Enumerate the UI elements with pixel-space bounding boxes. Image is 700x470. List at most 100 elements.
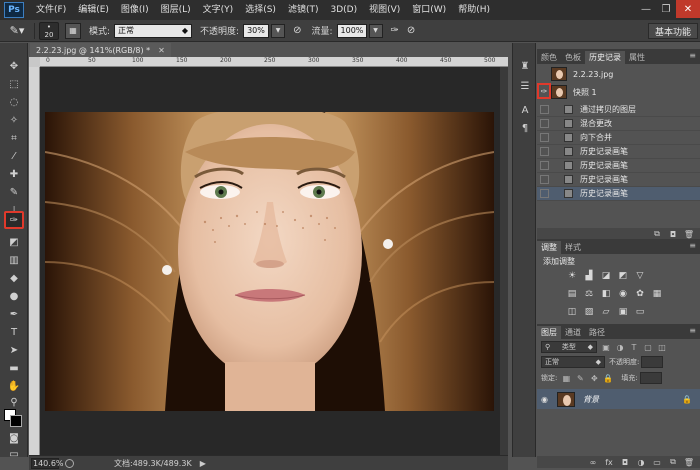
gradient-map-icon[interactable]: ▭	[633, 306, 647, 318]
history-source-checkbox[interactable]	[540, 189, 549, 198]
filter-pixel-icon[interactable]: ▣	[601, 342, 611, 352]
panel-menu-icon[interactable]: ≡	[689, 326, 696, 335]
history-state[interactable]: 混合更改	[537, 117, 700, 131]
type-tool-icon[interactable]: T	[4, 323, 24, 341]
crop-tool-icon[interactable]: ⌗	[4, 129, 24, 147]
opacity-dropdown-icon[interactable]: ▼	[271, 23, 286, 38]
brush-presets-dock-icon[interactable]: ☰	[518, 79, 532, 93]
horizontal-ruler[interactable]: 0 50 100 150 200 250 300 350 400 450 500	[40, 57, 508, 67]
selective-color-icon[interactable]: ▣	[616, 306, 630, 318]
blend-mode-select[interactable]: 正常 ◆	[541, 356, 605, 368]
blur-tool-icon[interactable]: ◆	[4, 269, 24, 287]
add-mask-icon[interactable]: ◘	[620, 458, 630, 467]
minimize-button[interactable]: —	[636, 0, 656, 18]
marquee-tool-icon[interactable]: ⬚	[4, 75, 24, 93]
layer-fill-input[interactable]	[639, 372, 662, 384]
shape-tool-icon[interactable]: ▬	[4, 359, 24, 377]
tab-channels[interactable]: 通道	[561, 326, 585, 339]
lock-transparent-icon[interactable]: ▦	[561, 373, 571, 383]
tab-layers[interactable]: 图层	[537, 326, 561, 339]
curves-icon[interactable]: ◪	[599, 270, 613, 282]
quick-select-tool-icon[interactable]: ✧	[4, 111, 24, 129]
menu-view[interactable]: 视图(V)	[363, 0, 406, 20]
eraser-tool-icon[interactable]: ◩	[4, 233, 24, 251]
create-snapshot-icon[interactable]: ◘	[668, 230, 678, 239]
path-select-tool-icon[interactable]: ➤	[4, 341, 24, 359]
layer-opacity-input[interactable]	[641, 356, 664, 368]
gradient-tool-icon[interactable]: ▥	[4, 251, 24, 269]
brush-size-picker[interactable]: • 20	[39, 21, 59, 40]
pressure-size-icon[interactable]: ⊘	[407, 25, 415, 36]
tab-properties[interactable]: 属性	[625, 51, 649, 64]
color-lookup-icon[interactable]: ▦	[650, 288, 664, 300]
mode-select[interactable]: 正常 ◆	[114, 23, 193, 38]
filter-shape-icon[interactable]: ▢	[643, 342, 653, 352]
posterize-icon[interactable]: ▨	[582, 306, 596, 318]
character-dock-icon[interactable]: A	[518, 103, 532, 117]
panel-menu-icon[interactable]: ≡	[689, 51, 696, 60]
vibrance-icon[interactable]: ▽	[633, 270, 647, 282]
image-canvas[interactable]	[45, 112, 494, 411]
airbrush-icon[interactable]: ✑	[391, 25, 399, 36]
restore-button[interactable]: ❐	[656, 0, 676, 18]
menu-edit[interactable]: 编辑(E)	[72, 0, 115, 20]
filter-adjustment-icon[interactable]: ◑	[615, 342, 625, 352]
history-source-checkbox[interactable]	[540, 161, 549, 170]
threshold-icon[interactable]: ▱	[599, 306, 613, 318]
dodge-tool-icon[interactable]: ●	[4, 287, 24, 305]
history-source-checkbox[interactable]	[540, 147, 549, 156]
opacity-input[interactable]: 30%	[243, 23, 270, 38]
history-state[interactable]: 历史记录画笔	[537, 145, 700, 159]
history-state-selected[interactable]: 历史记录画笔	[537, 187, 700, 201]
pressure-opacity-icon[interactable]: ⊘	[293, 25, 301, 36]
history-brush-preset-icon[interactable]: ✎▾	[4, 22, 30, 40]
trash-icon[interactable]: 🗑	[684, 458, 694, 467]
tab-history[interactable]: 历史记录	[585, 51, 625, 64]
layer-row-background[interactable]: ◉ 背景 🔒	[537, 389, 700, 409]
layer-filter-select[interactable]: ⚲ 类型 ◆	[541, 341, 597, 353]
menu-select[interactable]: 选择(S)	[239, 0, 282, 20]
paragraph-dock-icon[interactable]: ¶	[518, 121, 532, 135]
photo-filter-icon[interactable]: ◉	[616, 288, 630, 300]
history-brush-tool-icon[interactable]: ✑	[4, 211, 24, 229]
tab-adjustments[interactable]: 调整	[537, 241, 561, 254]
flow-dropdown-icon[interactable]: ▼	[368, 23, 383, 38]
history-snapshot-1[interactable]: ✑ 快照 1	[537, 83, 700, 101]
eye-icon[interactable]: ◉	[541, 395, 551, 404]
menu-filter[interactable]: 滤镜(T)	[282, 0, 325, 20]
ruler-origin[interactable]	[29, 57, 40, 67]
healing-brush-tool-icon[interactable]: ✚	[4, 165, 24, 183]
tab-paths[interactable]: 路径	[585, 326, 609, 339]
status-info-icon[interactable]	[65, 458, 74, 468]
history-brush-source-icon[interactable]: ✑	[537, 83, 551, 99]
new-layer-icon[interactable]: ⧉	[668, 457, 678, 467]
invert-icon[interactable]: ◫	[565, 306, 579, 318]
link-layers-icon[interactable]: ∞	[588, 458, 598, 467]
hue-saturation-icon[interactable]: ▤	[565, 288, 579, 300]
filter-smart-object-icon[interactable]: ◫	[657, 342, 667, 352]
history-source-checkbox[interactable]	[540, 119, 549, 128]
lock-position-icon[interactable]: ✥	[589, 373, 599, 383]
menu-layer[interactable]: 图层(L)	[155, 0, 197, 20]
tab-styles[interactable]: 样式	[561, 241, 585, 254]
zoom-level-field[interactable]: 140.6%	[31, 457, 64, 469]
channel-mixer-icon[interactable]: ✿	[633, 288, 647, 300]
menu-type[interactable]: 文字(Y)	[197, 0, 240, 20]
tab-swatches[interactable]: 色板	[561, 51, 585, 64]
menu-file[interactable]: 文件(F)	[30, 0, 72, 20]
status-menu-arrow-icon[interactable]: ▶	[200, 459, 206, 468]
exposure-icon[interactable]: ◩	[616, 270, 630, 282]
lock-pixels-icon[interactable]: ✎	[575, 373, 585, 383]
document-tab[interactable]: 2.2.23.jpg @ 141%(RGB/8) * ✕	[30, 43, 171, 57]
black-white-icon[interactable]: ◧	[599, 288, 613, 300]
history-state[interactable]: 历史记录画笔	[537, 173, 700, 187]
history-source-checkbox[interactable]	[540, 105, 549, 114]
flow-input[interactable]: 100%	[336, 23, 367, 38]
brush-tool-icon[interactable]: ✎	[4, 183, 24, 201]
pen-tool-icon[interactable]: ✒	[4, 305, 24, 323]
history-dock-icon[interactable]: ♜	[518, 59, 532, 73]
vertical-scrollbar[interactable]	[500, 67, 508, 455]
menu-window[interactable]: 窗口(W)	[406, 0, 452, 20]
panel-menu-icon[interactable]: ≡	[689, 241, 696, 250]
history-state[interactable]: 历史记录画笔	[537, 159, 700, 173]
